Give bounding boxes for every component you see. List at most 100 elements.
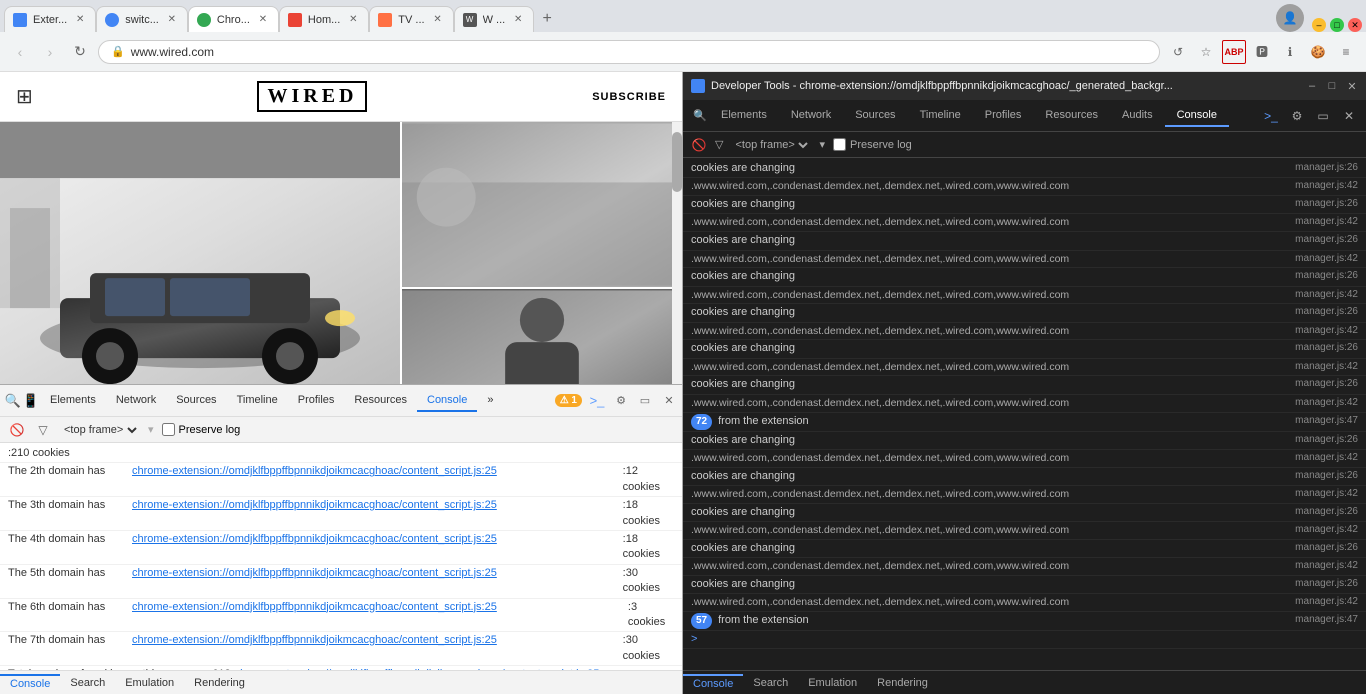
maximize-button[interactable]: □ bbox=[1330, 18, 1344, 32]
console-link-3[interactable]: chrome-extension://omdjklfbppffbpnnikdjo… bbox=[132, 532, 497, 547]
main-tab-network[interactable]: Network bbox=[779, 105, 843, 127]
grid-icon[interactable]: ⊞ bbox=[16, 84, 33, 109]
preserve-log-label[interactable]: Preserve log bbox=[162, 423, 241, 436]
url-bar[interactable]: 🔒 www.wired.com bbox=[98, 40, 1160, 64]
pocket-icon[interactable]: 🅿 bbox=[1250, 40, 1274, 64]
tab-elements[interactable]: Elements bbox=[40, 390, 106, 412]
settings-right-icon[interactable]: ⚙ bbox=[1288, 107, 1306, 125]
right-source-24[interactable]: manager.js:42 bbox=[1295, 595, 1358, 609]
forward-button[interactable]: › bbox=[38, 40, 62, 64]
right-source-badge-57[interactable]: manager.js:47 bbox=[1295, 613, 1358, 627]
tab-console-bottom[interactable]: Console bbox=[417, 390, 477, 412]
close-devtools-right-icon[interactable]: ✕ bbox=[1340, 107, 1358, 125]
console-link-7[interactable]: chrome-extension://omdjklfbppffbpnnikdjo… bbox=[235, 667, 600, 670]
tab-4[interactable]: Hom... ✕ bbox=[279, 6, 369, 32]
terminal-icon[interactable]: >_ bbox=[588, 392, 606, 410]
console-link-5[interactable]: chrome-extension://omdjklfbppffbpnnikdjo… bbox=[132, 600, 497, 615]
inspect-element-icon[interactable]: 🔍 bbox=[4, 392, 22, 410]
right-source-12[interactable]: manager.js:42 bbox=[1295, 360, 1358, 374]
console-link-6[interactable]: chrome-extension://omdjklfbppffbpnnikdjo… bbox=[132, 633, 497, 648]
right-source-4[interactable]: manager.js:42 bbox=[1295, 215, 1358, 229]
console-log-area[interactable]: :210 cookies The 2th domain has chrome-e… bbox=[0, 443, 682, 670]
right-preserve-label[interactable]: Preserve log bbox=[833, 138, 912, 151]
right-source-23[interactable]: manager.js:26 bbox=[1295, 577, 1358, 591]
refresh-button[interactable]: ↻ bbox=[68, 40, 92, 64]
dock-icon[interactable]: ▭ bbox=[636, 392, 654, 410]
restore-right-button[interactable]: □ bbox=[1326, 80, 1338, 92]
right-preserve-checkbox[interactable] bbox=[833, 138, 846, 151]
right-source-14[interactable]: manager.js:42 bbox=[1295, 396, 1358, 410]
tab-2[interactable]: switc... ✕ bbox=[96, 6, 188, 32]
right-source-20[interactable]: manager.js:42 bbox=[1295, 523, 1358, 537]
right-bottom-tab-search[interactable]: Search bbox=[743, 675, 798, 691]
tab-close-1[interactable]: ✕ bbox=[73, 13, 87, 27]
scrollbar-thumb[interactable] bbox=[672, 132, 682, 192]
dock-right-icon[interactable]: ▭ bbox=[1314, 107, 1332, 125]
right-source-9[interactable]: manager.js:26 bbox=[1295, 305, 1358, 319]
tab-resources[interactable]: Resources bbox=[344, 390, 417, 412]
tab-close-2[interactable]: ✕ bbox=[165, 13, 179, 27]
tab-profiles[interactable]: Profiles bbox=[288, 390, 345, 412]
right-frame-select[interactable]: <top frame> bbox=[731, 138, 811, 152]
right-source-13[interactable]: manager.js:26 bbox=[1295, 377, 1358, 391]
mobile-icon[interactable]: 📱 bbox=[22, 392, 40, 410]
main-tab-audits[interactable]: Audits bbox=[1110, 105, 1165, 127]
preserve-log-checkbox[interactable] bbox=[162, 423, 175, 436]
filter-right-icon[interactable]: ▽ bbox=[715, 138, 723, 151]
console-link-2[interactable]: chrome-extension://omdjklfbppffbpnnikdjo… bbox=[132, 498, 497, 513]
menu-icon[interactable]: ≡ bbox=[1334, 40, 1358, 64]
tab-5[interactable]: TV ... ✕ bbox=[369, 6, 453, 32]
right-source-7[interactable]: manager.js:26 bbox=[1295, 269, 1358, 283]
tab-3[interactable]: Chro... ✕ bbox=[188, 6, 279, 32]
info-icon[interactable]: ℹ bbox=[1278, 40, 1302, 64]
right-source-1[interactable]: manager.js:26 bbox=[1295, 161, 1358, 175]
minimize-right-button[interactable]: – bbox=[1306, 80, 1318, 92]
main-tab-sources[interactable]: Sources bbox=[843, 105, 907, 127]
right-source-18[interactable]: manager.js:42 bbox=[1295, 487, 1358, 501]
adblock-icon[interactable]: ABP bbox=[1222, 40, 1246, 64]
tab-1[interactable]: Exter... ✕ bbox=[4, 6, 96, 32]
terminal-right-icon[interactable]: >_ bbox=[1262, 107, 1280, 125]
tab-close-6[interactable]: ✕ bbox=[511, 13, 525, 27]
tab-more[interactable]: » bbox=[477, 390, 503, 412]
tab-close-3[interactable]: ✕ bbox=[256, 13, 270, 27]
tab-timeline[interactable]: Timeline bbox=[227, 390, 288, 412]
user-avatar[interactable]: 👤 bbox=[1276, 4, 1304, 32]
console-link-1[interactable]: chrome-extension://omdjklfbppffbpnnikdjo… bbox=[132, 464, 497, 479]
tab-6[interactable]: W W ... ✕ bbox=[454, 6, 535, 32]
main-tab-console[interactable]: Console bbox=[1165, 105, 1229, 127]
bottom-tab-emulation[interactable]: Emulation bbox=[115, 675, 184, 691]
right-source-2[interactable]: manager.js:42 bbox=[1295, 179, 1358, 193]
clear-console-icon[interactable]: 🚫 bbox=[8, 421, 26, 439]
subscribe-button[interactable]: SUBSCRIBE bbox=[592, 91, 666, 103]
right-source-21[interactable]: manager.js:26 bbox=[1295, 541, 1358, 555]
close-right-button[interactable]: ✕ bbox=[1346, 80, 1358, 92]
search-devtools-icon[interactable]: 🔍 bbox=[691, 107, 709, 125]
main-tab-elements[interactable]: Elements bbox=[709, 105, 779, 127]
clear-right-icon[interactable]: 🚫 bbox=[691, 137, 707, 153]
page-scrollbar[interactable] bbox=[672, 122, 682, 384]
tab-sources[interactable]: Sources bbox=[166, 390, 226, 412]
right-source-8[interactable]: manager.js:42 bbox=[1295, 288, 1358, 302]
main-tab-profiles[interactable]: Profiles bbox=[973, 105, 1034, 127]
right-source-17[interactable]: manager.js:26 bbox=[1295, 469, 1358, 483]
tab-close-5[interactable]: ✕ bbox=[431, 13, 445, 27]
refresh-icon[interactable]: ↺ bbox=[1166, 40, 1190, 64]
bottom-tab-console[interactable]: Console bbox=[0, 674, 60, 692]
right-source-22[interactable]: manager.js:42 bbox=[1295, 559, 1358, 573]
right-source-10[interactable]: manager.js:42 bbox=[1295, 324, 1358, 338]
right-source-19[interactable]: manager.js:26 bbox=[1295, 505, 1358, 519]
settings-icon[interactable]: ⚙ bbox=[612, 392, 630, 410]
console-link-4[interactable]: chrome-extension://omdjklfbppffbpnnikdjo… bbox=[132, 566, 497, 581]
tab-network[interactable]: Network bbox=[106, 390, 166, 412]
right-source-5[interactable]: manager.js:26 bbox=[1295, 233, 1358, 247]
close-devtools-icon[interactable]: ✕ bbox=[660, 392, 678, 410]
right-bottom-tab-console[interactable]: Console bbox=[683, 674, 743, 692]
filter-icon[interactable]: ▽ bbox=[34, 421, 52, 439]
right-source-3[interactable]: manager.js:26 bbox=[1295, 197, 1358, 211]
bottom-tab-rendering[interactable]: Rendering bbox=[184, 675, 255, 691]
right-prompt-line[interactable]: > bbox=[683, 631, 1366, 649]
right-source-11[interactable]: manager.js:26 bbox=[1295, 341, 1358, 355]
right-source-15[interactable]: manager.js:26 bbox=[1295, 433, 1358, 447]
minimize-button[interactable]: – bbox=[1312, 18, 1326, 32]
